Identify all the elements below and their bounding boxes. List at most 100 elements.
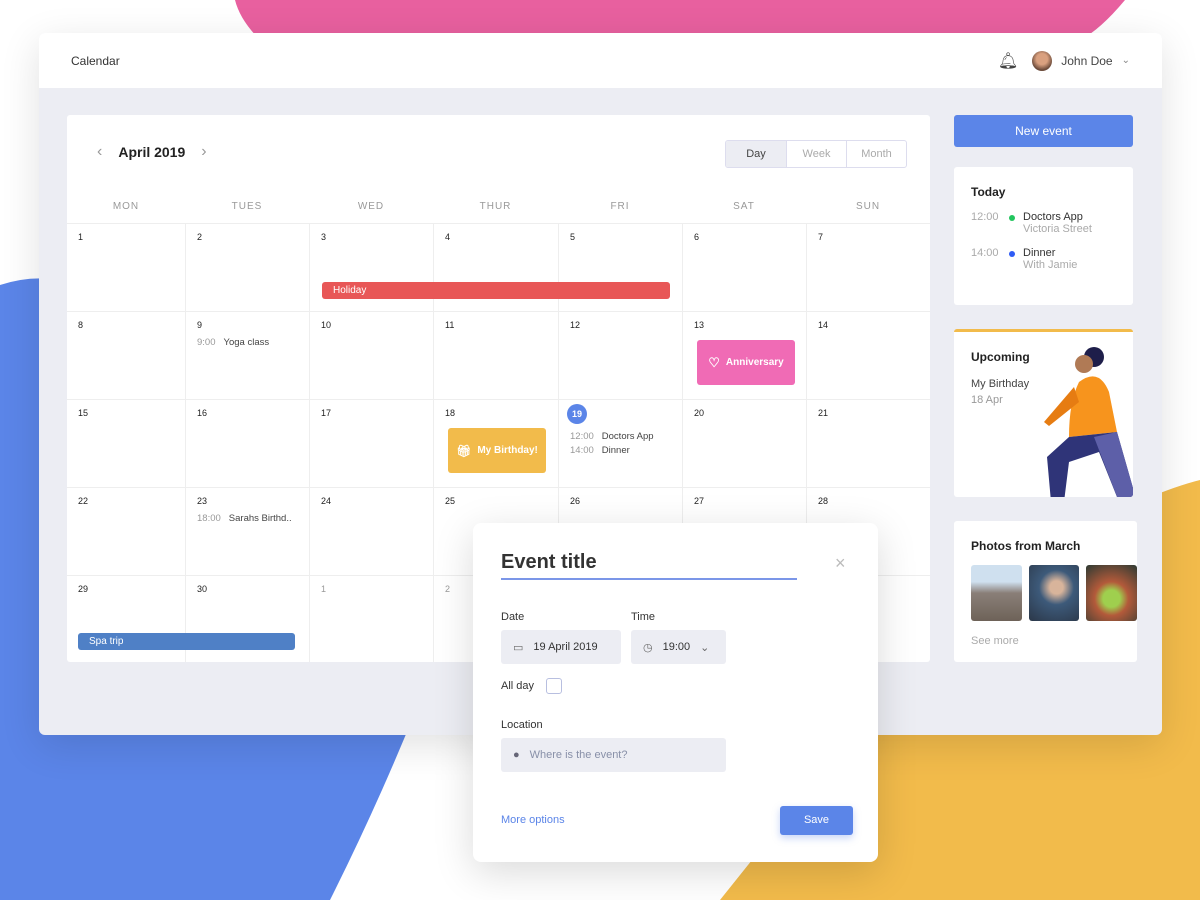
cell-event[interactable]: 12:00 Doctors App [570, 430, 682, 444]
date-value: 19 April 2019 [533, 641, 598, 653]
day-number: 24 [321, 496, 332, 506]
day-cell[interactable]: 17 [309, 399, 433, 487]
day-number: 23 [197, 496, 208, 506]
day-cell[interactable]: 22 [67, 487, 185, 575]
day-number: 8 [78, 320, 84, 330]
time-value: 19:00 [662, 641, 691, 653]
day-cell[interactable]: 1 [67, 223, 185, 311]
photo-drinks[interactable] [1086, 565, 1138, 621]
day-number: 9 [197, 320, 203, 330]
day-number: 26 [570, 496, 581, 506]
photo-city[interactable] [971, 565, 1022, 621]
photos-title: Photos from March [971, 539, 1081, 553]
event-title-input[interactable]: Event title [501, 551, 797, 580]
prev-month-icon[interactable]: ‹ [97, 143, 102, 161]
calendar-icon: ▭ [513, 641, 524, 654]
event-anniversary[interactable]: ♡ Anniversary [697, 340, 795, 385]
day-number: 6 [694, 232, 700, 242]
day-cell[interactable]: 24 [309, 487, 433, 575]
event-spa-trip[interactable]: Spa trip [78, 633, 295, 650]
photo-child[interactable] [1028, 565, 1080, 621]
see-more-link[interactable]: See more [971, 635, 1137, 647]
day-cell[interactable]: 23 18:00 Sarahs Birthd.. [185, 487, 309, 575]
day-cell[interactable]: 12 [558, 311, 682, 399]
chevron-down-icon: ⌄ [1121, 55, 1130, 66]
day-cell[interactable]: 11 [433, 311, 558, 399]
day-cell[interactable]: 2 [185, 223, 309, 311]
event-holiday[interactable]: Holiday [322, 282, 670, 299]
day-of-week-header: FRI [610, 201, 630, 212]
event-time: 18:00 [197, 513, 221, 524]
day-cell[interactable]: 14 [806, 311, 930, 399]
day-number: 2 [445, 584, 451, 594]
date-field[interactable]: ▭ 19 April 2019 [501, 630, 621, 664]
today-item[interactable]: 12:00 Doctors App Victoria Street [971, 211, 1133, 235]
gift-icon: 🎁︎ [456, 443, 472, 458]
status-dot [1009, 215, 1015, 221]
event-title: Sarahs Birthd.. [228, 513, 292, 524]
cell-event[interactable]: 9:00 Yoga class [197, 336, 309, 350]
all-day-checkbox[interactable] [546, 678, 562, 694]
location-input[interactable]: ● Where is the event? [501, 738, 726, 772]
status-dot [1009, 251, 1015, 257]
next-month-icon[interactable]: › [201, 143, 206, 161]
today-card: Today 12:00 Doctors App Victoria Street 14… [954, 167, 1133, 305]
person-illustration [1044, 347, 1133, 497]
event-title: Dinner [601, 445, 630, 456]
day-number: 30 [197, 584, 208, 594]
day-number: 10 [321, 320, 332, 330]
top-bar: Calendar 🔔︎ John Doe ⌄ [39, 33, 1162, 88]
cell-event[interactable]: 14:00 Dinner [570, 444, 682, 458]
day-number: 20 [694, 408, 705, 418]
bell-icon[interactable]: 🔔︎ [998, 51, 1018, 71]
user-menu[interactable]: John Doe ⌄ [1032, 50, 1130, 71]
event-label: My Birthday! [477, 445, 538, 456]
day-cell[interactable]: 19 12:00 Doctors App 14:00 Dinner [558, 399, 682, 487]
day-cell[interactable]: 20 [682, 399, 806, 487]
day-of-week-header: TUES [231, 201, 263, 212]
event-title: Doctors App [601, 431, 654, 442]
day-cell[interactable]: 15 [67, 399, 185, 487]
day-cell[interactable]: 6 [682, 223, 806, 311]
day-number: 1 [78, 232, 84, 242]
tab-day[interactable]: Day [726, 141, 786, 167]
item-title: Dinner [1023, 247, 1056, 259]
app-title: Calendar [71, 53, 120, 68]
day-number: 11 [445, 320, 455, 330]
day-of-week-header: MON [112, 201, 140, 212]
tab-month[interactable]: Month [846, 141, 906, 167]
avatar [1032, 50, 1053, 71]
item-sub: With Jamie [1023, 259, 1078, 271]
day-number: 22 [78, 496, 89, 506]
chevron-down-icon: ⌄ [700, 641, 710, 654]
time-select[interactable]: ◷ 19:00 ⌄ [631, 630, 726, 664]
day-cell[interactable]: 10 [309, 311, 433, 399]
day-number: 17 [321, 408, 332, 418]
day-cell[interactable]: 8 [67, 311, 185, 399]
day-number: 13 [694, 320, 705, 330]
event-time: 12:00 [570, 431, 594, 442]
day-number: 21 [818, 408, 829, 418]
day-of-week-header: THUR [479, 201, 512, 212]
more-options-link[interactable]: More options [501, 814, 565, 826]
event-label: Anniversary [725, 357, 784, 368]
day-number: 7 [818, 232, 824, 242]
day-number: 27 [694, 496, 705, 506]
event-birthday[interactable]: 🎁︎ My Birthday! [448, 428, 546, 473]
new-event-button[interactable]: New event [954, 115, 1133, 147]
day-number: 4 [445, 232, 451, 242]
cell-event[interactable]: 18:00 Sarahs Birthd.. [197, 512, 309, 526]
day-cell[interactable]: 9 9:00 Yoga class [185, 311, 309, 399]
day-of-week-header: WED [357, 201, 385, 212]
day-cell[interactable]: 16 [185, 399, 309, 487]
day-cell[interactable]: 21 [806, 399, 930, 487]
event-time: 9:00 [197, 337, 216, 348]
tab-week[interactable]: Week [786, 141, 846, 167]
save-button[interactable]: Save [780, 806, 853, 835]
day-cell[interactable]: 1 [309, 575, 433, 662]
item-title: Doctors App [1023, 211, 1083, 223]
close-icon[interactable]: × [835, 553, 846, 574]
day-cell[interactable]: 7 [806, 223, 930, 311]
event-title: Yoga class [223, 337, 270, 348]
today-item[interactable]: 14:00 Dinner With Jamie [971, 247, 1133, 271]
